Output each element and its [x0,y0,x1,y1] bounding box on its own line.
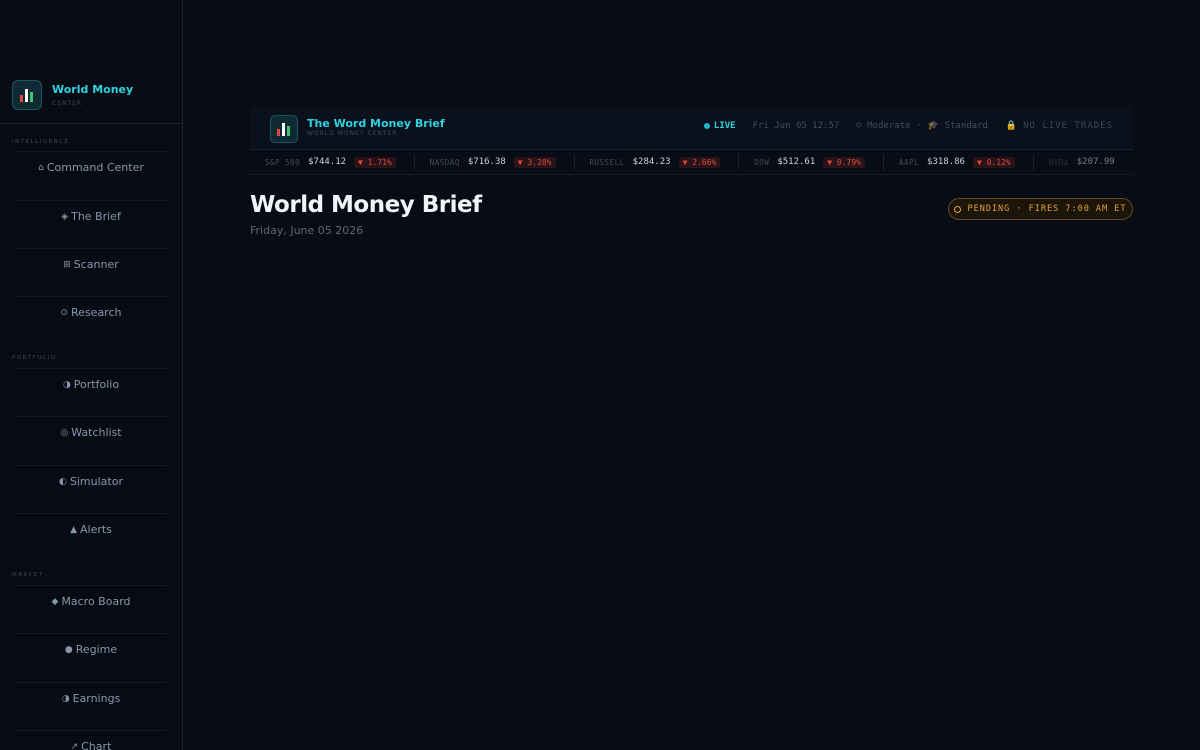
sidebar-item-label: Chart [81,740,112,750]
sidebar-item-regime[interactable]: ● Regime [15,633,167,681]
market-ticker: S&P 500 $744.12 ▼ 1.71% NASDAQ $716.38 ▼… [250,150,1133,175]
ticker-symbol: S&P 500 [265,157,301,167]
experience-mode-label: Standard [944,121,988,131]
sidebar-item-label: Macro Board [61,595,131,608]
sidebar-item-label: Regime [75,643,118,656]
half-circle-icon: ◑ [62,379,71,390]
grid-icon: ⊞ [63,259,71,270]
half-circle-icon: ◑ [61,693,70,704]
ticker-change: ▼ 0.79% [823,156,865,168]
sidebar-item-command-center[interactable]: ⌂ Command Center [15,151,167,199]
diamond-icon: ◈ [61,211,69,222]
sidebar-item-alerts[interactable]: ▲ Alerts [15,513,167,561]
sidebar-item-label: Research [71,306,122,319]
sidebar-item-label: Alerts [80,523,112,536]
live-indicator: LIVE [713,121,736,131]
status-badge: PENDING · FIRES 7:00 AM ET [948,198,1133,220]
ticker-symbol: NASDAQ [429,157,460,167]
ticker-item[interactable]: AAPL $318.86 ▼ 0.12% [884,154,1034,170]
ticker-item[interactable]: NASDAQ $716.38 ▼ 3.28% [415,154,575,170]
ticker-change: ▼ 3.28% [513,156,556,168]
sidebar-item-scanner[interactable]: ⊞ Scanner [15,248,167,296]
ticker-price: $284.23 [632,157,671,167]
chart-logo-icon [270,115,298,143]
page-date: Friday, June 05 2026 [250,224,364,237]
ticker-item[interactable]: NVDA $207.99 [1034,154,1133,170]
ticker-symbol: NVDA [1048,157,1069,167]
ticker-price: $207.99 [1076,157,1115,167]
sidebar-item-watchlist[interactable]: ◎ Watchlist [15,416,167,464]
sidebar-item-label: Scanner [73,258,119,271]
risk-mood[interactable]: ☺ Moderate [856,121,910,131]
live-dot-icon [703,123,710,129]
ticker-symbol: AAPL [898,157,920,167]
half-circle-icon: ◐ [59,476,67,487]
ticker-item[interactable]: RUSSELL $284.23 ▼ 2.66% [575,154,740,170]
experience-mode[interactable]: 🎓 Standard [928,121,988,131]
sidebar-item-label: Portfolio [73,378,120,391]
sidebar-item-simulator[interactable]: ◐ Simulator [15,465,167,513]
nav-section-portfolio: PORTFOLIO [12,355,57,361]
sidebar: World Money CENTER INTELLIGENCE ⌂ Command… [0,0,183,750]
sidebar-item-chart[interactable]: ↗ Chart [15,730,167,750]
bullseye-icon: ◎ [60,427,69,438]
sidebar-item-label: Command Center [46,161,144,174]
sidebar-item-label: Earnings [72,692,121,705]
sidebar-item-label: Simulator [69,475,123,488]
chart-logo-icon [12,80,42,110]
header-subtitle: WORLD MONEY CENTER [307,130,398,137]
no-live-trades-label: NO LIVE TRADES [1023,121,1113,131]
diamond-icon: ◆ [51,596,59,607]
graduation-cap-icon: 🎓 [927,121,940,131]
sidebar-item-earnings[interactable]: ◑ Earnings [15,682,167,730]
arrow-up-right-icon: ↗ [70,741,79,750]
ticker-price: $716.38 [467,157,506,167]
ticker-symbol: RUSSELL [589,157,625,167]
ticker-price: $512.61 [777,157,816,167]
sidebar-item-label: The Brief [71,210,121,223]
sidebar-brand[interactable]: World Money CENTER [12,80,133,110]
sidebar-item-macro-board[interactable]: ◆ Macro Board [15,585,167,633]
sidebar-item-portfolio[interactable]: ◑ Portfolio [15,368,167,416]
header-datetime: Fri Jun 05 12:57 [752,121,840,131]
ticker-change: ▼ 2.66% [678,156,721,168]
pending-ring-icon [954,205,962,213]
divider [0,123,182,124]
nav-section-intelligence: INTELLIGENCE [12,139,70,145]
sidebar-item-the-brief[interactable]: ◈ The Brief [15,200,167,248]
ticker-symbol: DOW [754,157,770,167]
top-header: The Word Money Brief WORLD MONEY CENTER … [250,106,1133,150]
lock-icon: 🔒 [1005,121,1018,131]
dot-icon: ● [64,644,73,655]
risk-mood-label: Moderate [867,121,911,131]
ticker-price: $744.12 [308,157,347,167]
sidebar-item-research[interactable]: ⊙ Research [15,296,167,344]
brand-name: World Money [52,83,134,96]
sidebar-item-label: Watchlist [71,426,122,439]
ticker-item[interactable]: DOW $512.61 ▼ 0.79% [739,154,884,170]
smiley-icon: ☺ [856,121,862,131]
page-title: World Money Brief [250,192,482,218]
separator: · [916,121,922,131]
header-title: The Word Money Brief [307,117,445,130]
home-icon: ⌂ [38,162,44,173]
ticker-item[interactable]: S&P 500 $744.12 ▼ 1.71% [250,154,415,170]
ticker-price: $318.86 [927,157,965,167]
ticker-change: ▼ 1.71% [354,156,396,168]
status-badge-label: PENDING · FIRES 7:00 AM ET [967,204,1127,214]
target-icon: ⊙ [60,307,69,318]
triangle-icon: ▲ [70,524,77,535]
ticker-change: ▼ 0.12% [972,156,1015,168]
brand-subtitle: CENTER [52,100,83,107]
nav-section-market: MARKET [12,572,44,578]
